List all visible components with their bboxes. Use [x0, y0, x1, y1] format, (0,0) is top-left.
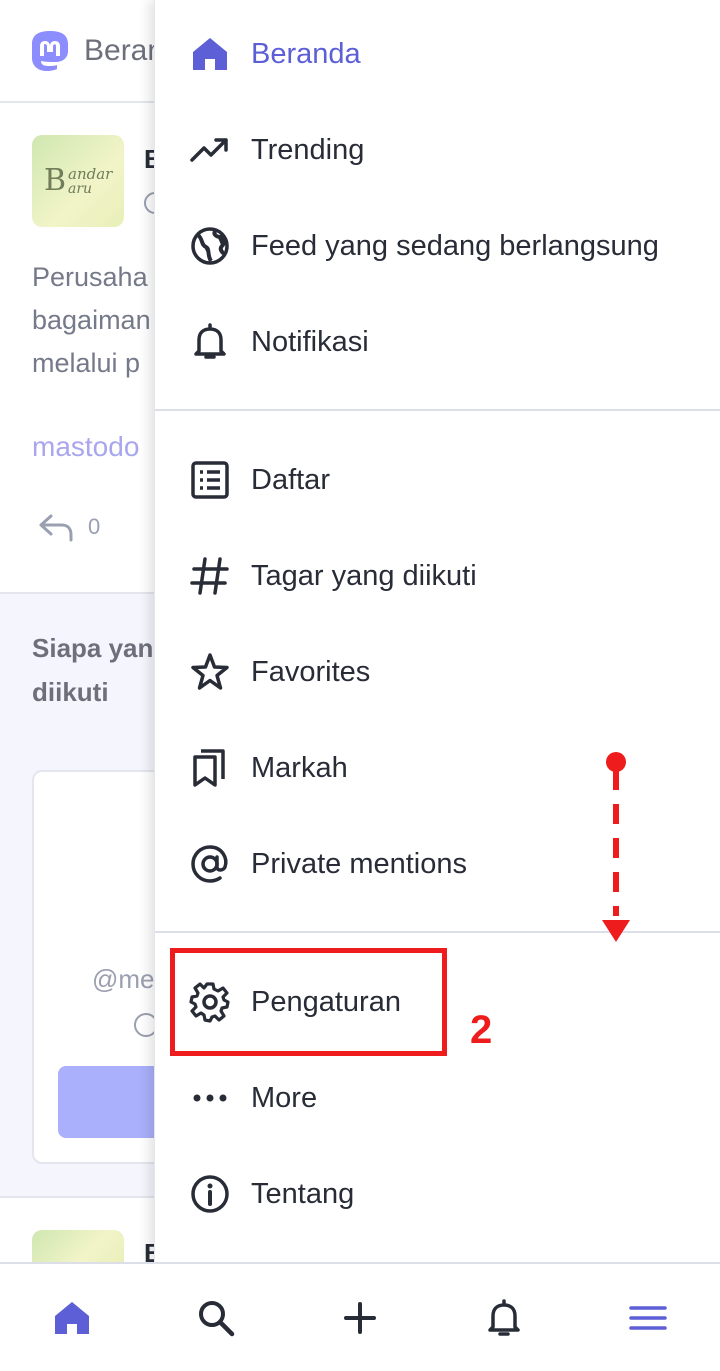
menu-item-label: Tentang [251, 1177, 355, 1210]
tab-menu[interactable] [624, 1294, 672, 1342]
menu-item-tentang[interactable]: Tentang [155, 1146, 720, 1242]
tab-compose[interactable] [336, 1294, 384, 1342]
drawer-divider [155, 409, 720, 411]
reply-button[interactable]: 0 [36, 510, 100, 544]
list-icon [189, 459, 231, 501]
reply-count: 0 [88, 514, 101, 539]
home-icon [189, 33, 231, 75]
avatar-text-bottom: aru [68, 181, 93, 197]
info-icon [189, 1173, 231, 1215]
menu-item-label: Trending [251, 133, 365, 166]
more-icon [189, 1077, 231, 1119]
at-icon [189, 843, 231, 885]
bookmark-icon [189, 747, 231, 789]
search-icon [199, 1301, 235, 1337]
menu-item-label: Daftar [251, 463, 330, 496]
menu-item-label: Favorites [251, 655, 371, 688]
avatar-letter: B [44, 163, 67, 198]
tab-search[interactable] [192, 1294, 240, 1342]
trending-icon [189, 129, 231, 171]
menu-icon [629, 1306, 667, 1330]
menu-item-label: More [251, 1081, 318, 1114]
menu-item-label: Feed yang sedang berlangsung [251, 229, 659, 262]
globe-icon [189, 225, 231, 267]
navigation-drawer: Beranda Trending Feed yang sedang berlan… [154, 0, 720, 1262]
menu-item-daftar[interactable]: Daftar [155, 432, 720, 528]
menu-item-label: Markah [251, 751, 348, 784]
tab-home[interactable] [48, 1294, 96, 1342]
notifications-icon [488, 1299, 520, 1336]
menu-item-notifikasi[interactable]: Notifikasi [155, 294, 720, 390]
mastodon-logo-icon[interactable] [26, 28, 74, 76]
compose-icon [344, 1302, 376, 1334]
arrow-down-icon [602, 752, 630, 942]
menu-item-label: Tagar yang diikuti [251, 559, 477, 592]
menu-item-beranda[interactable]: Beranda [155, 6, 720, 102]
menu-item-live-feed[interactable]: Feed yang sedang berlangsung [155, 198, 720, 294]
menu-item-tagar[interactable]: Tagar yang diikuti [155, 528, 720, 624]
bell-icon [189, 321, 231, 363]
step-number: 2 [470, 1008, 493, 1052]
suggestion-handle: @me [92, 964, 155, 994]
menu-item-favorites[interactable]: Favorites [155, 624, 720, 720]
menu-item-label: Private mentions [251, 847, 467, 880]
menu-item-trending[interactable]: Trending [155, 102, 720, 198]
highlight-box [170, 948, 447, 1056]
bottom-tab-bar [0, 1262, 720, 1371]
menu-item-more[interactable]: More [155, 1050, 720, 1146]
star-icon [189, 651, 231, 693]
post-avatar[interactable]: B andar aru [32, 135, 124, 227]
menu-item-label: Beranda [251, 37, 361, 70]
reply-icon [39, 514, 73, 542]
home-icon [55, 1302, 89, 1334]
menu-item-label: Notifikasi [251, 325, 369, 358]
tab-notifications[interactable] [480, 1294, 528, 1342]
post-link[interactable]: mastodo [32, 431, 139, 463]
hashtag-icon [189, 555, 231, 597]
